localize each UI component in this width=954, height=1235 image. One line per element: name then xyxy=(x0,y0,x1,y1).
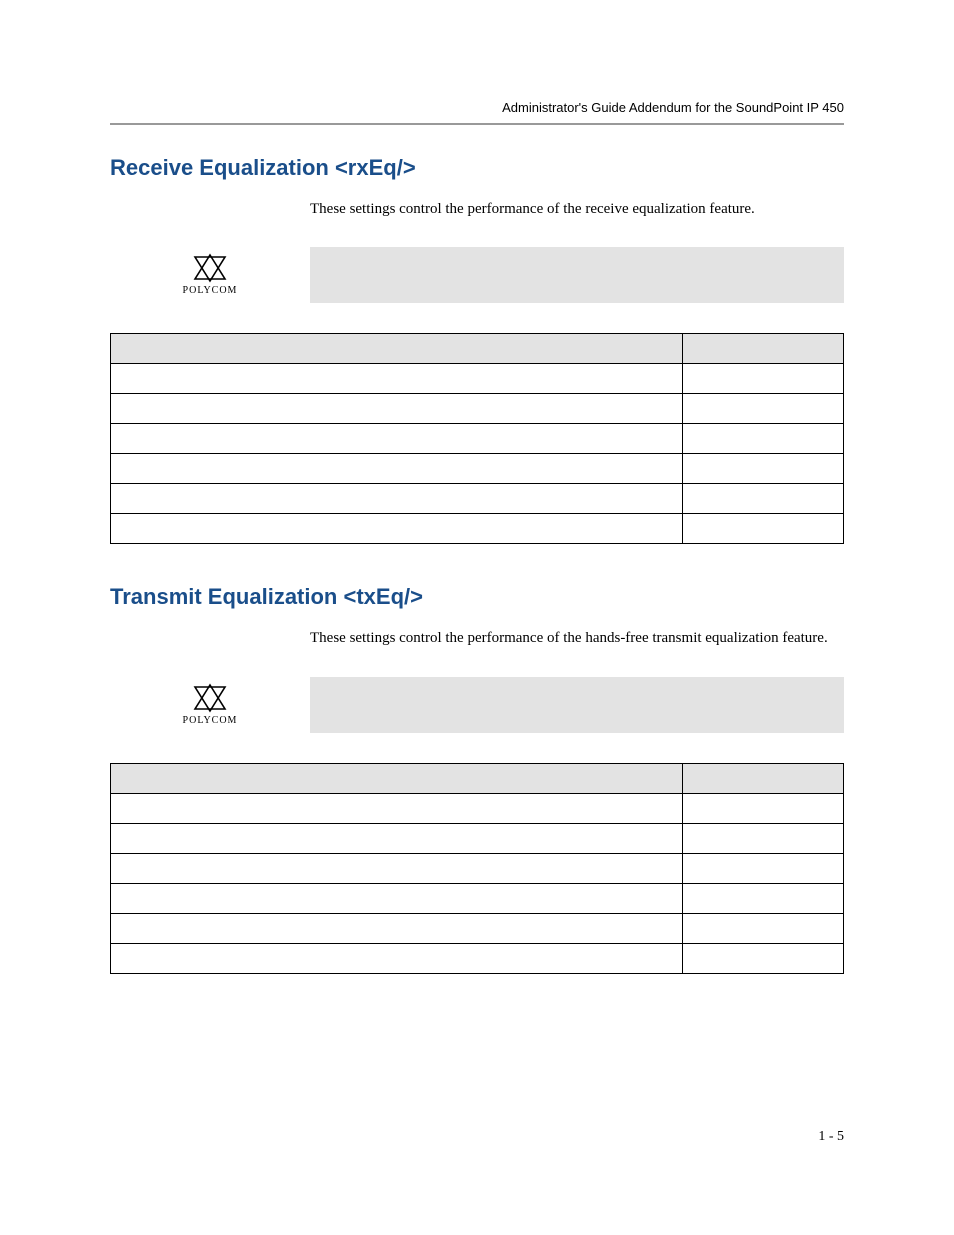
table-row xyxy=(111,943,844,973)
table-row xyxy=(111,364,844,394)
table-cell xyxy=(682,793,843,823)
table-row xyxy=(111,454,844,484)
table-cell xyxy=(111,484,683,514)
table-cell xyxy=(682,454,843,484)
table-rxeq xyxy=(110,333,844,544)
table-row xyxy=(111,913,844,943)
section-intro-txeq: These settings control the performance o… xyxy=(310,628,844,648)
table-cell xyxy=(682,364,843,394)
table-cell xyxy=(682,823,843,853)
table-cell xyxy=(111,424,683,454)
table-row xyxy=(111,793,844,823)
table-cell xyxy=(682,394,843,424)
table-header-row xyxy=(111,334,844,364)
logo-caption: POLYCOM xyxy=(183,285,238,296)
table-row xyxy=(111,394,844,424)
table-cell xyxy=(111,913,683,943)
note-block-txeq: POLYCOM xyxy=(110,677,844,733)
section-title-rxeq: Receive Equalization <rxEq/> xyxy=(110,155,844,181)
document-page: Administrator's Guide Addendum for the S… xyxy=(0,0,954,1235)
logo-column: POLYCOM xyxy=(110,247,310,296)
note-block-rxeq: POLYCOM xyxy=(110,247,844,303)
polycom-logo-icon xyxy=(193,253,227,283)
table-row xyxy=(111,484,844,514)
table-cell xyxy=(111,823,683,853)
page-number: 1 - 5 xyxy=(818,1129,844,1145)
table-cell xyxy=(682,514,843,544)
section-intro-rxeq: These settings control the performance o… xyxy=(310,199,844,219)
table-header-cell xyxy=(682,334,843,364)
note-box xyxy=(310,247,844,303)
table-cell xyxy=(111,394,683,424)
running-header: Administrator's Guide Addendum for the S… xyxy=(110,100,844,115)
table-cell xyxy=(111,454,683,484)
table-cell xyxy=(682,484,843,514)
table-cell xyxy=(111,853,683,883)
section-title-txeq: Transmit Equalization <txEq/> xyxy=(110,584,844,610)
table-cell xyxy=(682,913,843,943)
table-row xyxy=(111,514,844,544)
table-header-cell xyxy=(111,334,683,364)
table-row xyxy=(111,853,844,883)
logo-column: POLYCOM xyxy=(110,677,310,726)
note-box xyxy=(310,677,844,733)
table-cell xyxy=(111,793,683,823)
table-txeq xyxy=(110,763,844,974)
table-cell xyxy=(111,943,683,973)
table-cell xyxy=(111,364,683,394)
table-row xyxy=(111,424,844,454)
table-cell xyxy=(111,883,683,913)
table-header-cell xyxy=(111,763,683,793)
table-cell xyxy=(682,943,843,973)
table-header-row xyxy=(111,763,844,793)
table-cell xyxy=(682,883,843,913)
table-header-cell xyxy=(682,763,843,793)
logo-caption: POLYCOM xyxy=(183,715,238,726)
polycom-logo-icon xyxy=(193,683,227,713)
table-row xyxy=(111,823,844,853)
header-rule xyxy=(110,123,844,125)
table-row xyxy=(111,883,844,913)
table-cell xyxy=(111,514,683,544)
table-cell xyxy=(682,853,843,883)
table-cell xyxy=(682,424,843,454)
